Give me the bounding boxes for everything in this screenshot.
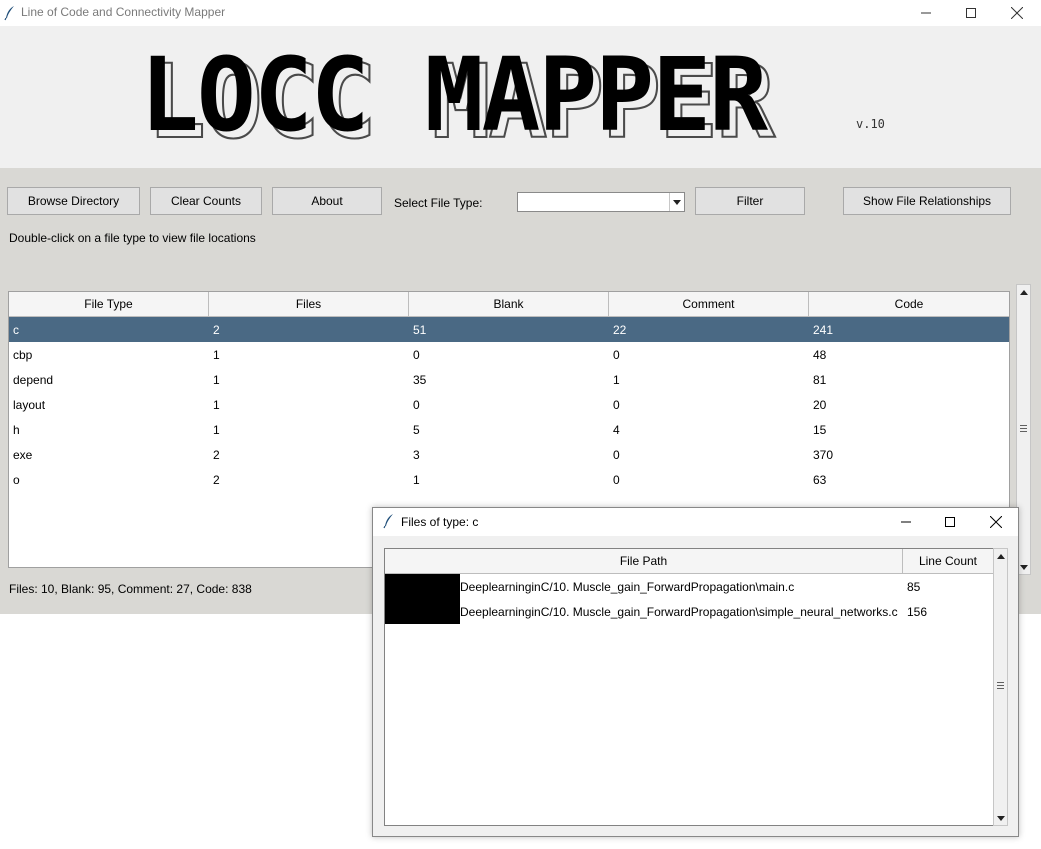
- version-label: v.10: [856, 117, 885, 131]
- maximize-button[interactable]: [948, 0, 994, 26]
- minimize-icon: [901, 521, 911, 523]
- clear-counts-button[interactable]: Clear Counts: [150, 187, 262, 215]
- column-header-code[interactable]: Code: [809, 292, 1009, 317]
- redacted-block: [385, 574, 460, 599]
- cell-blank: 0: [413, 347, 420, 362]
- select-file-type-label: Select File Type:: [394, 196, 483, 210]
- cell-comment: 0: [613, 447, 620, 462]
- cell-files: 1: [213, 372, 220, 387]
- browse-directory-button[interactable]: Browse Directory: [7, 187, 140, 215]
- redacted-block: [385, 599, 460, 624]
- table-row[interactable]: h 1 5 4 15: [9, 417, 1009, 442]
- file-type-select[interactable]: [517, 192, 685, 212]
- table-row[interactable]: depend 1 35 1 81: [9, 367, 1009, 392]
- cell-code: 20: [813, 397, 827, 412]
- cell-files: 2: [213, 472, 220, 487]
- logo-text: LOCC MAPPER: [140, 35, 768, 155]
- column-header-comment[interactable]: Comment: [609, 292, 809, 317]
- table-row[interactable]: cbp 1 0 0 48: [9, 342, 1009, 367]
- about-button[interactable]: About: [272, 187, 382, 215]
- cell-line-count: 85: [907, 580, 921, 594]
- summary-text: Files: 10, Blank: 95, Comment: 27, Code:…: [9, 582, 252, 596]
- cell-file-type: layout: [13, 397, 46, 412]
- popup-close-button[interactable]: [973, 508, 1019, 536]
- column-header-line-count[interactable]: Line Count: [903, 549, 993, 574]
- show-file-relationships-button[interactable]: Show File Relationships: [843, 187, 1011, 215]
- cell-file-type: depend: [13, 372, 54, 387]
- table-row[interactable]: exe 2 3 0 370: [9, 442, 1009, 467]
- table-row[interactable]: DeeplearninginC/10. Muscle_gain_ForwardP…: [385, 599, 993, 624]
- cell-file-path: DeeplearninginC/10. Muscle_gain_ForwardP…: [460, 605, 898, 619]
- cell-comment: 22: [613, 322, 627, 337]
- popup-scrollbar[interactable]: [993, 548, 1008, 826]
- cell-code: 81: [813, 372, 827, 387]
- cell-comment: 1: [613, 372, 620, 387]
- popup-titlebar: Files of type: c: [373, 508, 1018, 536]
- minimize-icon: [921, 12, 931, 14]
- files-popup-window: Files of type: c File Path Line Count De…: [372, 507, 1019, 837]
- cell-files: 1: [213, 347, 220, 362]
- close-icon: [990, 516, 1002, 528]
- table-row[interactable]: c 2 51 22 241: [9, 317, 1009, 342]
- cell-file-type: c: [13, 322, 19, 337]
- column-header-files[interactable]: Files: [209, 292, 409, 317]
- table-header: File Type Files Blank Comment Code: [9, 292, 1009, 317]
- scroll-grip-icon[interactable]: [1020, 425, 1027, 432]
- cell-line-count: 156: [907, 605, 928, 619]
- feather-icon: [383, 514, 393, 529]
- popup-minimize-button[interactable]: [883, 508, 929, 536]
- close-button[interactable]: [994, 0, 1040, 26]
- table-row[interactable]: DeeplearninginC/10. Muscle_gain_ForwardP…: [385, 574, 993, 599]
- cell-blank: 5: [413, 422, 420, 437]
- cell-file-type: o: [13, 472, 20, 487]
- cell-files: 2: [213, 322, 220, 337]
- cell-blank: 0: [413, 397, 420, 412]
- maximize-icon: [945, 517, 955, 527]
- cell-code: 48: [813, 347, 827, 362]
- window-title: Line of Code and Connectivity Mapper: [21, 5, 226, 19]
- scroll-up-arrow-icon[interactable]: [994, 549, 1007, 563]
- cell-blank: 1: [413, 472, 420, 487]
- hint-text: Double-click on a file type to view file…: [9, 231, 256, 245]
- file-path-table[interactable]: File Path Line Count DeeplearninginC/10.…: [384, 548, 994, 826]
- popup-title: Files of type: c: [401, 515, 479, 529]
- scroll-grip-icon[interactable]: [997, 682, 1004, 689]
- maximize-icon: [966, 8, 976, 18]
- cell-files: 2: [213, 447, 220, 462]
- popup-maximize-button[interactable]: [927, 508, 973, 536]
- close-icon: [1011, 7, 1023, 19]
- scroll-down-arrow-icon[interactable]: [994, 811, 1007, 825]
- cell-code: 15: [813, 422, 827, 437]
- cell-comment: 0: [613, 472, 620, 487]
- cell-blank: 51: [413, 322, 427, 337]
- titlebar: Line of Code and Connectivity Mapper: [0, 0, 1041, 26]
- cell-files: 1: [213, 422, 220, 437]
- table-row[interactable]: o 2 1 0 63: [9, 467, 1009, 492]
- cell-code: 63: [813, 472, 827, 487]
- cell-comment: 0: [613, 347, 620, 362]
- cell-files: 1: [213, 397, 220, 412]
- feather-icon: [4, 6, 14, 21]
- filter-button[interactable]: Filter: [695, 187, 805, 215]
- cell-comment: 0: [613, 397, 620, 412]
- cell-blank: 35: [413, 372, 427, 387]
- minimize-button[interactable]: [903, 0, 949, 26]
- column-header-blank[interactable]: Blank: [409, 292, 609, 317]
- banner: LOCC MAPPER LOCC MAPPER v.10: [0, 32, 1041, 170]
- cell-file-type: h: [13, 422, 20, 437]
- cell-file-type: exe: [13, 447, 33, 462]
- cell-blank: 3: [413, 447, 420, 462]
- chevron-down-icon[interactable]: [669, 193, 684, 211]
- table-row[interactable]: layout 1 0 0 20: [9, 392, 1009, 417]
- scroll-up-arrow-icon[interactable]: [1017, 285, 1030, 299]
- cell-file-path: DeeplearninginC/10. Muscle_gain_ForwardP…: [460, 580, 795, 594]
- cell-comment: 4: [613, 422, 620, 437]
- cell-code: 241: [813, 322, 834, 337]
- cell-code: 370: [813, 447, 834, 462]
- column-header-file-type[interactable]: File Type: [9, 292, 209, 317]
- cell-file-type: cbp: [13, 347, 33, 362]
- column-header-file-path[interactable]: File Path: [385, 549, 903, 574]
